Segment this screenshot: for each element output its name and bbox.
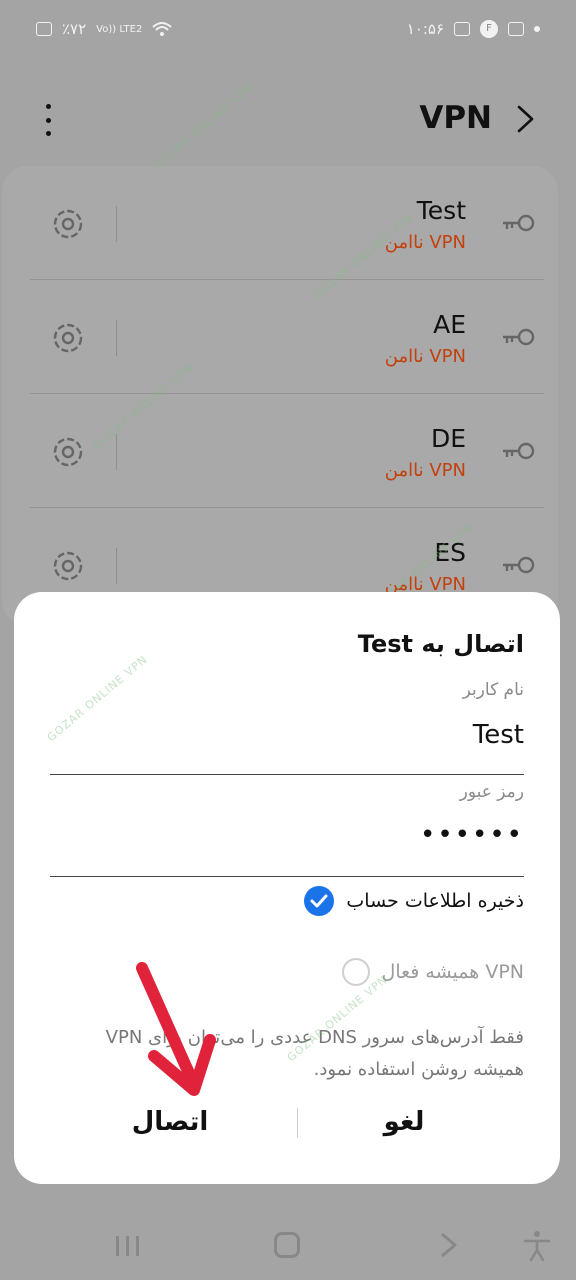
watermark: GOZAR ONLINE VPN [44,652,151,745]
page-title: VPN [419,100,492,136]
battery-icon [36,22,52,36]
save-account-label: ذخیره اطلاعات حساب [346,890,524,912]
key-icon [503,556,535,574]
recent-apps-icon[interactable] [114,1234,142,1258]
connect-dialog: اتصال به Test نام کاربر Test رمز عبور ••… [14,592,560,1184]
wifi-icon [152,22,172,36]
vpn-list-item[interactable]: DE VPN ناامن [2,394,558,508]
vpn-status: VPN ناامن [384,346,466,367]
divider [116,206,117,242]
gear-icon[interactable] [48,204,88,244]
battery-level: ٪۷۲ [62,20,87,38]
vpn-list: Test VPN ناامن AE VPN ناامن DE VPN ناامن… [2,166,558,626]
key-icon [503,328,535,346]
vpn-list-item[interactable]: AE VPN ناامن [2,280,558,394]
password-underline [50,876,524,877]
vpn-name: DE [430,424,466,453]
status-left: ٪۷۲ Vo)) LTE2 [36,20,172,38]
navigation-bar [0,1200,576,1280]
connect-button[interactable]: اتصال [50,1092,290,1152]
password-field[interactable]: •••••• [420,820,524,850]
gallery-icon [454,22,470,36]
dialog-title: اتصال به Test [357,630,524,658]
vpn-name: AE [433,310,466,339]
top-app-bar: VPN [0,90,576,150]
status-bar: ٪۷۲ Vo)) LTE2 ۱۰:۵۶ F [0,0,576,64]
vpn-key-status-icon [508,22,524,36]
status-time: ۱۰:۵۶ [406,20,444,38]
key-icon [503,442,535,460]
notification-badge: F [480,20,498,38]
key-icon [503,214,535,232]
vpn-name: Test [416,196,466,225]
gear-icon[interactable] [48,546,88,586]
username-label: نام کاربر [462,680,524,700]
gear-icon[interactable] [48,318,88,358]
username-field[interactable]: Test [473,720,524,750]
always-on-label: VPN همیشه فعال [381,961,524,983]
chevron-right-icon[interactable] [510,104,540,134]
password-label: رمز عبور [459,782,524,802]
vpn-list-item[interactable]: Test VPN ناامن [2,166,558,280]
divider [116,548,117,584]
home-icon[interactable] [274,1232,300,1258]
divider [116,320,117,356]
back-icon[interactable] [438,1232,460,1258]
status-right: ۱۰:۵۶ F [407,20,540,38]
divider [116,434,117,470]
checkbox-checked-icon[interactable] [304,886,335,916]
network-indicator: Vo)) LTE2 [96,23,143,35]
username-underline [50,774,524,775]
more-vert-icon[interactable] [38,104,58,136]
cancel-button[interactable]: لغو [284,1092,524,1152]
checkbox-unchecked-icon[interactable] [341,958,370,986]
save-account-checkbox[interactable]: ذخیره اطلاعات حساب [304,886,524,916]
gear-icon[interactable] [48,432,88,472]
dot-icon [534,26,540,32]
annotation-arrow-icon [136,962,216,1096]
vpn-status: VPN ناامن [384,460,466,481]
accessibility-icon[interactable] [522,1230,552,1262]
